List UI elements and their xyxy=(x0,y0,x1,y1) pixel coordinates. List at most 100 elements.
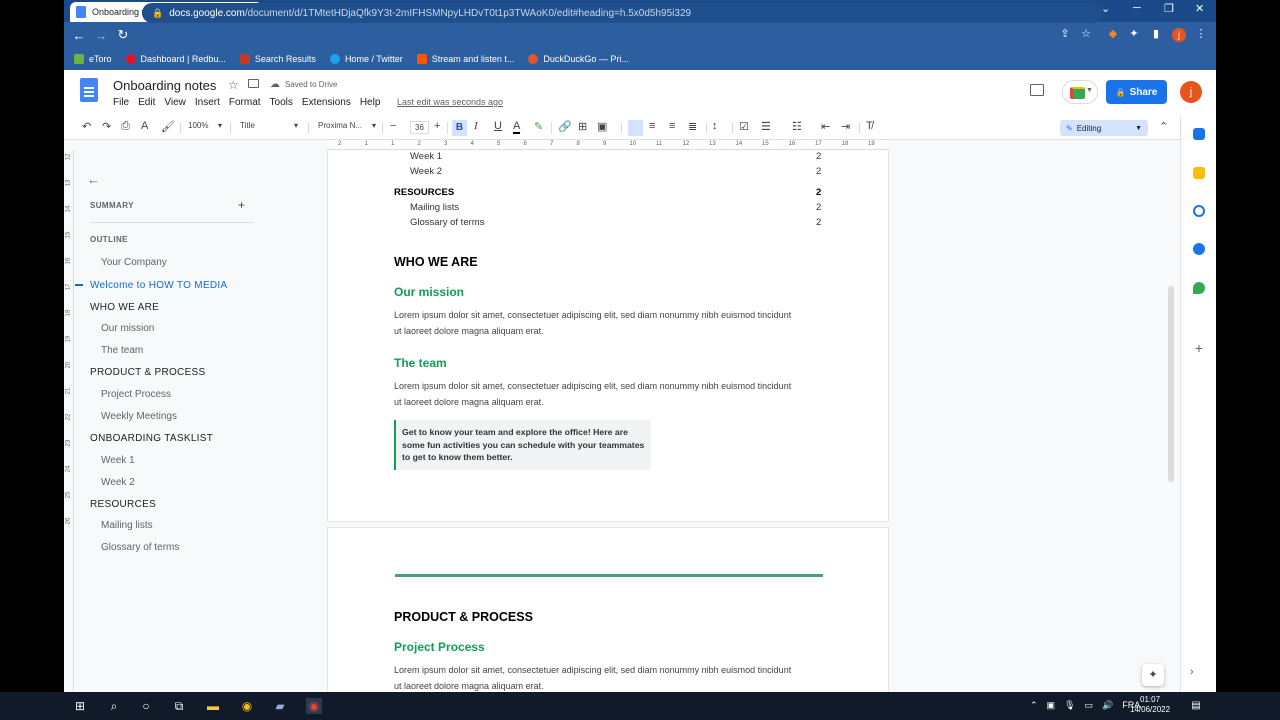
outline-item-active[interactable]: Welcome to HOW TO MEDIA xyxy=(90,280,227,291)
menu-file[interactable]: File xyxy=(113,97,129,108)
task-view-icon[interactable]: ⧉ xyxy=(171,698,187,714)
docs-logo-icon[interactable] xyxy=(80,78,98,102)
toc-entry[interactable]: Week 1 xyxy=(410,151,442,162)
browser-menu-icon[interactable]: ⋮ xyxy=(1194,27,1208,41)
tray-chevron-icon[interactable]: ⌃ xyxy=(1030,700,1038,711)
bookmark-redbubble[interactable]: Dashboard | Redbu... xyxy=(125,54,226,64)
document-page[interactable]: Week 1 2 Week 2 2 RESOURCES 2 Mailing li… xyxy=(328,150,888,521)
minimize-icon[interactable]: ─ xyxy=(1133,2,1141,14)
outline-item[interactable]: Week 1 xyxy=(101,455,135,466)
file-explorer-icon[interactable]: ▬ xyxy=(205,698,221,714)
scrollbar[interactable] xyxy=(1168,286,1174,482)
account-avatar[interactable]: j xyxy=(1180,81,1202,103)
bookmark-etoro[interactable]: eToro xyxy=(74,54,112,64)
comment-history-icon[interactable] xyxy=(1030,84,1044,96)
clock[interactable]: 01:07 14/06/2022 xyxy=(1130,695,1170,715)
align-right-icon[interactable]: ≡ xyxy=(669,120,675,132)
add-comment-icon[interactable]: ⊞ xyxy=(578,120,587,133)
keep-icon[interactable] xyxy=(1193,167,1205,179)
outline-item[interactable]: WHO WE ARE xyxy=(90,302,159,313)
outline-item[interactable]: PRODUCT & PROCESS xyxy=(90,367,206,378)
spellcheck-icon[interactable]: A xyxy=(141,120,148,132)
back-icon[interactable]: ← xyxy=(68,28,90,43)
notifications-icon[interactable]: ▤ xyxy=(1188,698,1204,714)
show-side-panel-icon[interactable]: › xyxy=(1190,666,1194,678)
numbered-list-icon[interactable]: ☷ xyxy=(792,120,802,133)
outline-item[interactable]: Glossary of terms xyxy=(101,542,179,553)
decrease-font-icon[interactable]: − xyxy=(390,120,396,132)
toc-entry[interactable]: Mailing lists xyxy=(410,202,459,213)
close-window-icon[interactable]: ✕ xyxy=(1195,2,1204,15)
star-icon[interactable]: ☆ xyxy=(228,78,239,92)
back-arrow-icon[interactable]: ← xyxy=(87,172,100,187)
search-icon[interactable]: ⌕ xyxy=(106,698,122,714)
font-select[interactable]: Proxima N... xyxy=(318,121,362,130)
explore-icon[interactable]: ✦ xyxy=(1142,664,1164,686)
calendar-icon[interactable] xyxy=(1193,128,1205,140)
share-button[interactable]: 🔒 Share xyxy=(1106,80,1167,104)
forward-icon[interactable]: → xyxy=(90,28,112,43)
menu-help[interactable]: Help xyxy=(360,97,381,108)
add-summary-icon[interactable]: + xyxy=(238,198,245,212)
network-icon[interactable]: ▭ xyxy=(1085,700,1094,711)
outline-item[interactable]: RESOURCES xyxy=(90,499,156,510)
last-edit-link[interactable]: Last edit was seconds ago xyxy=(397,97,503,107)
windows-start-icon[interactable]: ⊞ xyxy=(72,698,88,714)
maps-icon[interactable] xyxy=(1193,282,1205,294)
print-icon[interactable]: ⎙ xyxy=(121,120,130,133)
line-spacing-icon[interactable]: ↕ xyxy=(712,120,718,132)
move-folder-icon[interactable] xyxy=(248,79,259,88)
toc-entry[interactable]: Glossary of terms xyxy=(410,217,484,228)
document-page[interactable]: PRODUCT & PROCESS Project Process Lorem … xyxy=(328,528,888,692)
bookmark-twitter[interactable]: Home / Twitter xyxy=(329,54,403,64)
menu-view[interactable]: View xyxy=(164,97,186,108)
chrome-icon[interactable]: ◉ xyxy=(239,698,255,714)
bookmark-search-results[interactable]: Search Results xyxy=(239,54,316,64)
outline-item[interactable]: The team xyxy=(101,345,143,356)
extensions-icon[interactable]: ✦ xyxy=(1127,27,1141,41)
meet-button[interactable]: ▼ xyxy=(1062,80,1098,104)
menu-insert[interactable]: Insert xyxy=(195,97,220,108)
share-page-icon[interactable]: ⇪ xyxy=(1058,27,1072,41)
bookmark-star-icon[interactable]: ☆ xyxy=(1079,27,1093,41)
browser-profile-avatar[interactable]: j xyxy=(1172,28,1186,42)
checklist-icon[interactable]: ☑ xyxy=(739,120,749,133)
outline-item[interactable]: Project Process xyxy=(101,389,171,400)
microphone-icon[interactable]: 🎙 xyxy=(1064,700,1075,711)
metamask-icon[interactable]: ◆ xyxy=(1106,27,1120,41)
editing-mode-select[interactable]: ✎ Editing ▼ xyxy=(1060,120,1148,136)
sidepanel-icon[interactable]: ▮ xyxy=(1149,27,1163,41)
bold-icon[interactable]: B xyxy=(452,120,467,136)
menu-extensions[interactable]: Extensions xyxy=(302,97,351,108)
bulleted-list-icon[interactable]: ☰ xyxy=(761,120,771,133)
bookmark-duckduckgo[interactable]: DuckDuckGo — Pri... xyxy=(528,54,629,64)
outline-item[interactable]: ONBOARDING TASKLIST xyxy=(90,433,213,444)
zoom-select[interactable]: 100% xyxy=(188,121,208,130)
underline-icon[interactable]: U xyxy=(494,120,502,132)
menu-edit[interactable]: Edit xyxy=(138,97,155,108)
italic-icon[interactable]: I xyxy=(474,120,478,132)
outline-item[interactable]: Our mission xyxy=(101,323,154,334)
cortana-icon[interactable]: ○ xyxy=(138,698,154,714)
tasks-icon[interactable] xyxy=(1193,205,1205,217)
url-field[interactable]: 🔒 docs.google.com /document/d/1TMtetHDja… xyxy=(142,3,1102,23)
volume-icon[interactable]: 🔊 xyxy=(1102,700,1113,711)
increase-font-icon[interactable]: + xyxy=(434,120,440,132)
decrease-indent-icon[interactable]: ⇤ xyxy=(821,120,830,133)
chrome-active-icon[interactable]: ◉ xyxy=(306,698,322,714)
toc-entry[interactable]: Week 2 xyxy=(410,166,442,177)
restore-icon[interactable]: ❐ xyxy=(1164,2,1174,15)
clear-formatting-icon[interactable]: T̸ xyxy=(866,120,873,132)
paint-format-icon[interactable]: 🖌 xyxy=(161,120,175,133)
font-size-input[interactable]: 36 xyxy=(410,121,429,134)
align-center-icon[interactable]: ≡ xyxy=(649,120,655,132)
menu-tools[interactable]: Tools xyxy=(270,97,293,108)
insert-image-icon[interactable]: ▣ xyxy=(597,120,607,133)
menu-format[interactable]: Format xyxy=(229,97,261,108)
outline-item[interactable]: Week 2 xyxy=(101,477,135,488)
highlight-icon[interactable]: ✎ xyxy=(534,120,543,133)
tab-search-icon[interactable]: ⌄ xyxy=(1101,2,1110,15)
notepad-icon[interactable]: ▰ xyxy=(272,698,288,714)
toc-entry[interactable]: RESOURCES xyxy=(394,187,454,198)
link-icon[interactable]: 🔗 xyxy=(558,120,572,133)
